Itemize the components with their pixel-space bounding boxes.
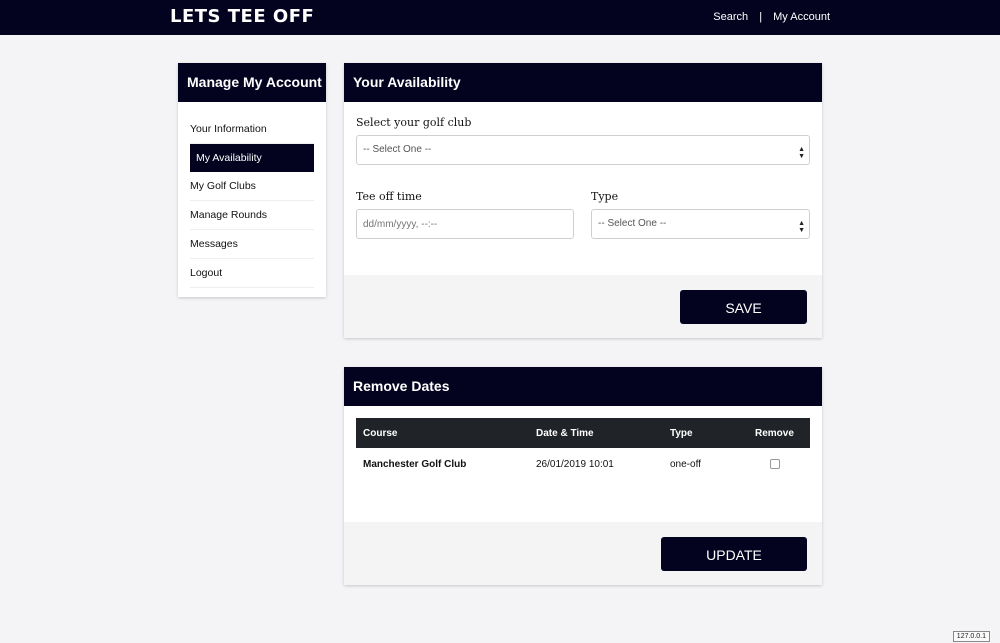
type-select[interactable]: -- Select One -- ▲ ▼: [591, 209, 810, 239]
row-datetime: 26/01/2019 10:01: [536, 458, 614, 470]
sidebar-item-my-availability[interactable]: My Availability: [190, 144, 314, 172]
col-course: Course: [363, 427, 398, 439]
type-label: Type: [591, 190, 619, 203]
host-badge: 127.0.0.1: [952, 631, 990, 642]
type-select-value: -- Select One --: [598, 218, 667, 229]
select-arrows-icon: ▲ ▼: [798, 146, 805, 160]
table-row: Manchester Golf Club 26/01/2019 10:01 on…: [356, 448, 810, 480]
col-remove: Remove: [755, 427, 794, 439]
remove-dates-title: Remove Dates: [344, 367, 822, 406]
remove-dates-card: Remove Dates Course Date & Time Type Rem…: [344, 367, 822, 585]
row-course: Manchester Golf Club: [363, 458, 467, 470]
col-date-time: Date & Time: [536, 427, 594, 439]
remove-dates-table: Course Date & Time Type Remove Mancheste…: [356, 418, 810, 480]
availability-card: Your Availability Select your golf club …: [344, 63, 822, 338]
club-label: Select your golf club: [356, 116, 472, 129]
tee-time-label: Tee off time: [356, 190, 422, 203]
brand-logo[interactable]: LETS TEE OFF: [170, 6, 314, 27]
row-type: one-off: [670, 458, 701, 470]
availability-footer: SAVE: [344, 275, 822, 338]
sidebar-title: Manage My Account: [178, 63, 326, 102]
golf-club-select[interactable]: -- Select One -- ▲ ▼: [356, 135, 810, 165]
search-link[interactable]: Search: [713, 11, 748, 23]
remove-checkbox[interactable]: [770, 458, 780, 469]
my-account-link[interactable]: My Account: [773, 11, 830, 23]
remove-dates-footer: UPDATE: [344, 522, 822, 585]
sidebar-item-logout[interactable]: Logout: [190, 259, 314, 288]
table-header-row: Course Date & Time Type Remove: [356, 418, 810, 448]
sidebar-item-your-information[interactable]: Your Information: [190, 115, 314, 144]
sidebar-menu: Your Information My Availability My Golf…: [178, 102, 326, 288]
col-type: Type: [670, 427, 693, 439]
top-nav-links: Search | My Account: [713, 11, 830, 23]
availability-title: Your Availability: [344, 63, 822, 102]
tee-time-input[interactable]: [356, 209, 574, 239]
account-sidebar: Manage My Account Your Information My Av…: [178, 63, 326, 297]
sidebar-item-my-golf-clubs[interactable]: My Golf Clubs: [190, 172, 314, 201]
golf-club-select-value: -- Select One --: [363, 144, 432, 155]
sidebar-item-messages[interactable]: Messages: [190, 230, 314, 259]
select-arrows-icon: ▲ ▼: [798, 220, 805, 234]
nav-separator: |: [759, 11, 763, 23]
sidebar-item-manage-rounds[interactable]: Manage Rounds: [190, 201, 314, 230]
save-button[interactable]: SAVE: [680, 290, 807, 324]
top-nav-bar: LETS TEE OFF Search | My Account: [0, 0, 1000, 35]
update-button[interactable]: UPDATE: [661, 537, 807, 571]
